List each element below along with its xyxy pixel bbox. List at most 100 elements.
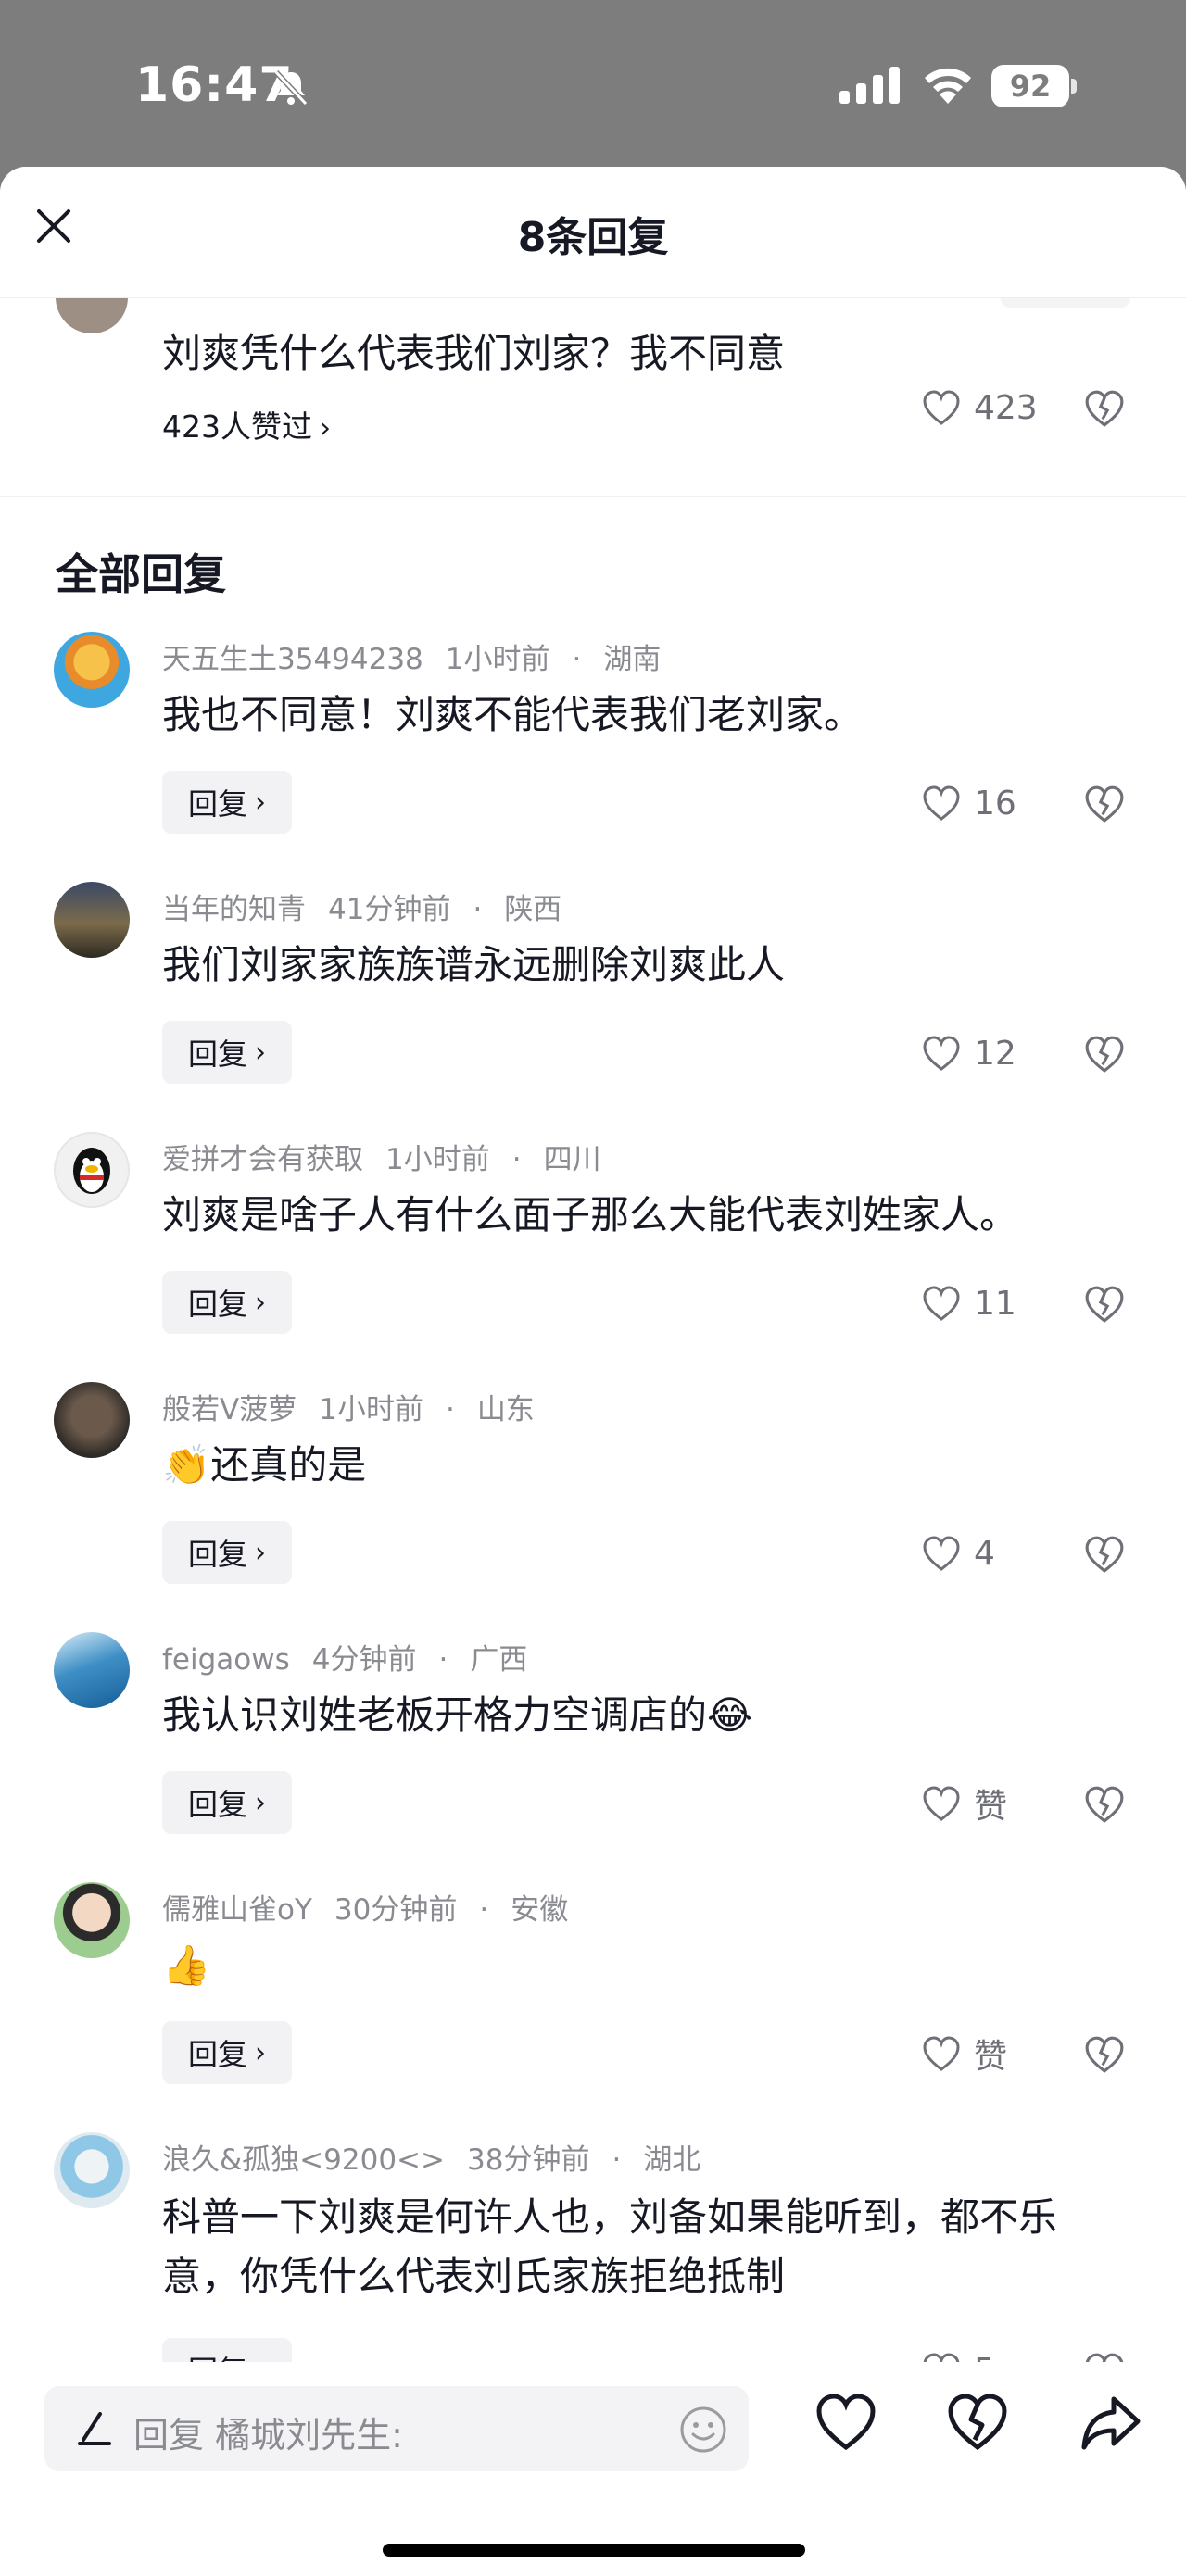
username[interactable]: 儒雅山雀oY bbox=[162, 1893, 312, 1927]
like-button[interactable]: 12 bbox=[922, 1032, 1016, 1074]
reply-meta: 当年的知青 41分钟前 · 陕西 bbox=[162, 886, 561, 927]
separator-dot: · bbox=[612, 2143, 622, 2177]
avatar[interactable] bbox=[54, 1632, 130, 1708]
timestamp: 38分钟前 bbox=[467, 2143, 590, 2177]
avatar[interactable] bbox=[56, 298, 128, 333]
broken-heart-icon[interactable] bbox=[1084, 1034, 1125, 1074]
reply-button[interactable]: 回复› bbox=[162, 1771, 292, 1834]
broken-heart-icon[interactable] bbox=[945, 2390, 1010, 2455]
broken-heart-icon[interactable] bbox=[1084, 1284, 1125, 1325]
like-heart-icon[interactable] bbox=[814, 2390, 878, 2455]
username[interactable]: 般若V菠萝 bbox=[162, 1393, 296, 1426]
chevron-right-icon: › bbox=[255, 2036, 266, 2069]
reply-label: 回复 bbox=[187, 1787, 247, 1822]
avatar[interactable] bbox=[54, 1132, 130, 1208]
reply-button[interactable]: 回复› bbox=[162, 2338, 292, 2362]
broken-heart-icon[interactable] bbox=[1084, 2351, 1125, 2362]
broken-heart-icon[interactable] bbox=[1084, 784, 1125, 824]
username[interactable]: 当年的知青 bbox=[162, 893, 306, 926]
avatar[interactable] bbox=[54, 632, 130, 708]
chevron-right-icon: › bbox=[255, 1286, 266, 1319]
username[interactable]: 浪久&孤独<9200<> bbox=[162, 2143, 445, 2177]
timestamp: 4分钟前 bbox=[311, 1643, 417, 1677]
chevron-right-icon: › bbox=[255, 785, 266, 819]
region: 安徽 bbox=[511, 1893, 569, 1927]
separator-dot: · bbox=[479, 1893, 489, 1927]
like-button[interactable]: 4 bbox=[922, 1532, 995, 1575]
replies-scroll-area[interactable]: 刘爽凭什么代表我们刘家？我不同意 423人赞过 › 423 全部回复 天五生土35… bbox=[0, 298, 1186, 2362]
reply-text: 👍 bbox=[162, 1942, 211, 1988]
heart-icon bbox=[923, 1286, 960, 1321]
reply-button[interactable]: 回复› bbox=[162, 1271, 292, 1334]
heart-icon bbox=[923, 2353, 960, 2362]
share-icon[interactable] bbox=[1079, 2390, 1143, 2455]
like-button[interactable]: 423 bbox=[922, 386, 1038, 429]
likers-label: 423人赞过 bbox=[162, 408, 312, 445]
battery-indicator: 92 bbox=[991, 65, 1077, 107]
reply-label: 回复 bbox=[187, 1037, 247, 1072]
username[interactable]: feigaows bbox=[162, 1643, 290, 1677]
heart-icon bbox=[923, 1786, 960, 1821]
replies-sheet: 8条回复 刘爽凭什么代表我们刘家？我不同意 423人赞过 › 423 全部回复 天… bbox=[0, 167, 1186, 2576]
heart-icon bbox=[923, 1536, 960, 1571]
reply-button[interactable]: 回复› bbox=[162, 1021, 292, 1084]
reply-label: 回复 bbox=[187, 1287, 247, 1322]
reply-button[interactable]: 回复› bbox=[162, 771, 292, 834]
separator-dot: · bbox=[473, 893, 483, 926]
emoji-icon[interactable] bbox=[678, 2405, 728, 2455]
pen-icon bbox=[78, 2412, 111, 2445]
timestamp: 1小时前 bbox=[385, 1143, 490, 1176]
follow-button-partial[interactable] bbox=[1001, 298, 1130, 308]
battery-tip bbox=[1071, 79, 1077, 94]
avatar[interactable] bbox=[54, 1382, 130, 1458]
section-title: 全部回复 bbox=[56, 549, 226, 599]
reply-meta: 爱拼才会有获取 1小时前 · 四川 bbox=[162, 1136, 601, 1177]
likers-link[interactable]: 423人赞过 › bbox=[162, 402, 331, 446]
reply-text: 我也不同意！刘爽不能代表我们老刘家。 bbox=[162, 692, 864, 737]
heart-icon bbox=[923, 785, 960, 821]
bell-muted-icon bbox=[273, 69, 309, 107]
username[interactable]: 天五生土35494238 bbox=[162, 643, 423, 676]
reply-text: 刘爽是啥子人有什么面子那么大能代表刘姓家人。 bbox=[162, 1192, 1019, 1238]
region: 湖南 bbox=[603, 643, 662, 676]
reply-text: 我们刘家家族族谱永远删除刘爽此人 bbox=[162, 942, 786, 987]
separator-dot: · bbox=[572, 643, 582, 676]
like-button[interactable]: 赞 bbox=[922, 2032, 1008, 2076]
like-button[interactable]: 赞 bbox=[922, 1782, 1007, 1826]
reply-button[interactable]: 回复› bbox=[162, 1521, 292, 1584]
status-time: 16:47 bbox=[135, 57, 294, 113]
like-count: 4 bbox=[974, 1534, 995, 1573]
status-bar: 16:47 92 bbox=[0, 0, 1186, 167]
reply-text: 科普一下刘爽是何许人也，刘备如果能听到，都不乐意，你凭什么代表刘氏家族拒绝抵制 bbox=[162, 2194, 1058, 2299]
separator-dot: · bbox=[511, 1143, 522, 1176]
wifi-icon bbox=[925, 68, 971, 104]
reply-item: 当年的知青 41分钟前 · 陕西 我们刘家家族族谱永远删除刘爽此人 回复 › 12 bbox=[0, 882, 1186, 1132]
avatar[interactable] bbox=[54, 882, 130, 958]
battery-level: 92 bbox=[991, 65, 1069, 107]
region: 四川 bbox=[543, 1143, 601, 1176]
like-button[interactable]: 5 bbox=[922, 2349, 995, 2362]
broken-heart-icon[interactable] bbox=[1084, 1534, 1125, 1575]
broken-heart-icon[interactable] bbox=[1084, 388, 1125, 429]
username[interactable]: 爱拼才会有获取 bbox=[162, 1143, 363, 1176]
separator-dot: · bbox=[445, 1393, 455, 1426]
like-button[interactable]: 16 bbox=[922, 782, 1016, 824]
chevron-right-icon: › bbox=[255, 1536, 266, 1569]
reply-text: 👏还真的是 bbox=[162, 1442, 367, 1488]
broken-heart-icon[interactable] bbox=[1084, 1784, 1125, 1825]
reply-text: 我认识刘姓老板开格力空调店的😂 bbox=[162, 1692, 753, 1738]
reply-item: 爱拼才会有获取 1小时前 · 四川 刘爽是啥子人有什么面子那么大能代表刘姓家人。 回复… bbox=[0, 1132, 1186, 1382]
like-button[interactable]: 11 bbox=[922, 1282, 1016, 1325]
reply-item: 天五生土35494238 1小时前 · 湖南 我也不同意！刘爽不能代表我们老刘家。 回… bbox=[0, 632, 1186, 882]
avatar[interactable] bbox=[54, 1882, 130, 1958]
avatar[interactable] bbox=[54, 2132, 130, 2208]
broken-heart-icon[interactable] bbox=[1084, 2034, 1125, 2075]
parent-comment-text: 刘爽凭什么代表我们刘家？我不同意 bbox=[162, 331, 786, 376]
reply-input[interactable]: 回复 橘城刘先生: bbox=[44, 2386, 749, 2471]
region: 陕西 bbox=[504, 893, 562, 926]
like-count: 11 bbox=[974, 1284, 1016, 1323]
reply-meta: 浪久&孤独<9200<> 38分钟前 · 湖北 bbox=[162, 2136, 700, 2178]
reply-button[interactable]: 回复› bbox=[162, 2021, 292, 2084]
chevron-right-icon: › bbox=[255, 2354, 266, 2363]
like-count: 赞 bbox=[974, 2038, 1008, 2076]
